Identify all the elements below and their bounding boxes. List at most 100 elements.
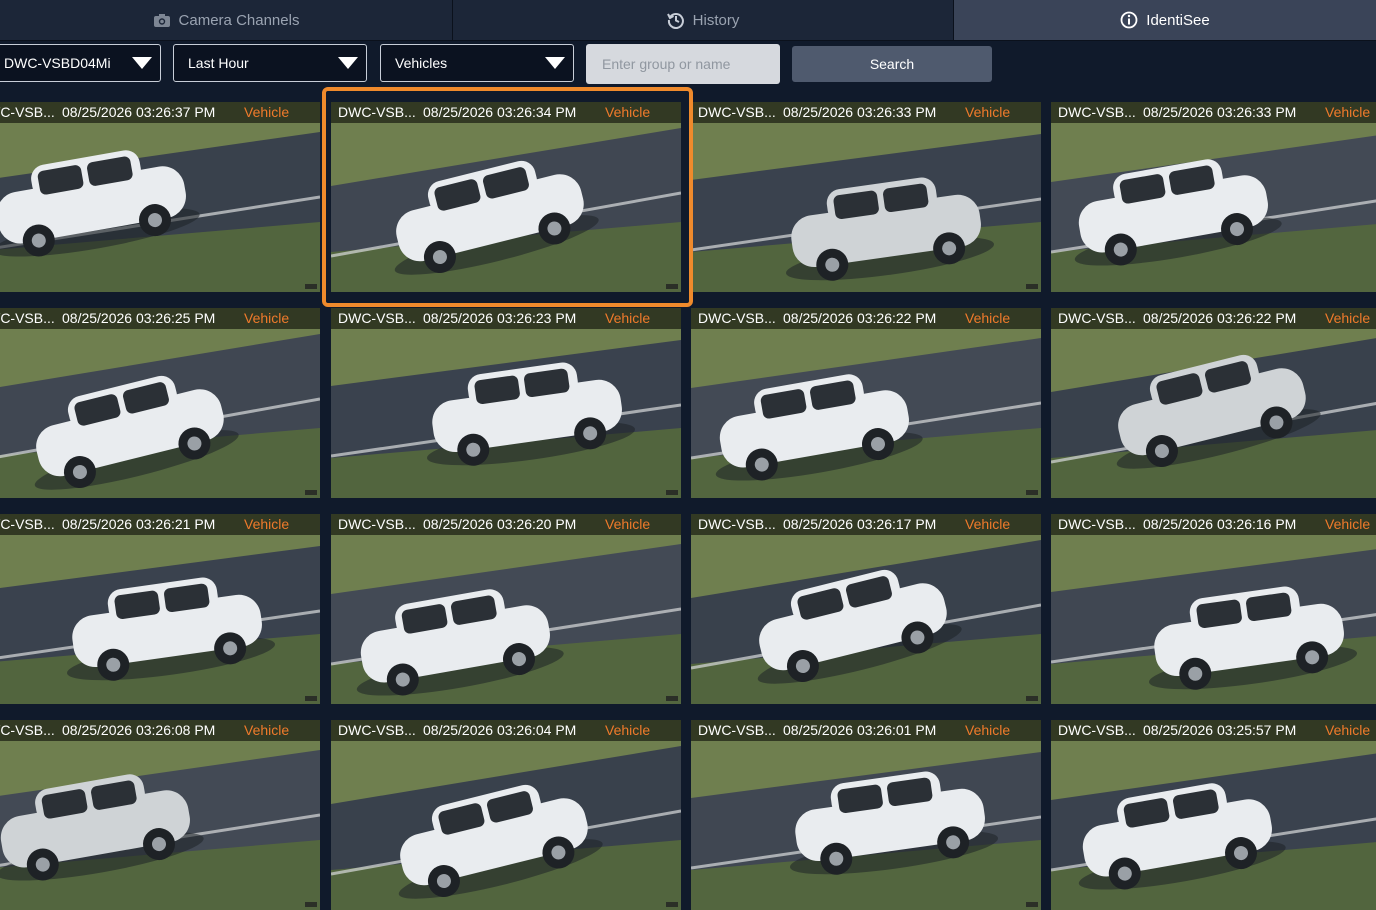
vehicle-snapshot: [0, 720, 320, 910]
vehicle-snapshot: [691, 308, 1041, 498]
card-caption: DWC-VSB... 08/25/2026 03:26:23 PM Vehicle: [331, 308, 681, 329]
card-caption: DWC-VSB... 08/25/2026 03:26:08 PM Vehicle: [0, 720, 320, 741]
card-type-tag: Vehicle: [965, 722, 1011, 738]
card-caption: DWC-VSB... 08/25/2026 03:25:57 PM Vehicle: [1051, 720, 1376, 741]
card-type-tag: Vehicle: [1325, 104, 1371, 120]
result-card[interactable]: DWC-VSB... 08/25/2026 03:26:22 PM Vehicle: [691, 308, 1041, 498]
result-card[interactable]: DWC-VSB... 08/25/2026 03:26:37 PM Vehicle: [0, 102, 320, 292]
card-timestamp: 08/25/2026 03:26:20 PM: [423, 516, 577, 532]
object-type-select[interactable]: Vehicles: [380, 44, 574, 82]
card-caption: DWC-VSB... 08/25/2026 03:26:01 PM Vehicle: [691, 720, 1041, 741]
tab-history[interactable]: History: [453, 0, 954, 40]
card-caption: DWC-VSB... 08/25/2026 03:26:16 PM Vehicle: [1051, 514, 1376, 535]
card-camera-name: DWC-VSB...: [698, 722, 776, 738]
card-caption: DWC-VSB... 08/25/2026 03:26:25 PM Vehicle: [0, 308, 320, 329]
card-camera-name: DWC-VSB...: [0, 310, 55, 326]
card-camera-name: DWC-VSB...: [1058, 722, 1136, 738]
card-type-tag: Vehicle: [965, 516, 1011, 532]
result-card[interactable]: DWC-VSB... 08/25/2026 03:26:22 PM Vehicle: [1051, 308, 1376, 498]
vehicle-snapshot: [331, 308, 681, 498]
vehicle-snapshot: [691, 514, 1041, 704]
tab-label: History: [692, 11, 740, 29]
card-caption: DWC-VSB... 08/25/2026 03:26:22 PM Vehicle: [1051, 308, 1376, 329]
card-timestamp: 08/25/2026 03:26:17 PM: [783, 516, 937, 532]
result-card[interactable]: DWC-VSB... 08/25/2026 03:26:01 PM Vehicle: [691, 720, 1041, 910]
vehicle-snapshot: [691, 720, 1041, 910]
result-card[interactable]: DWC-VSB... 08/25/2026 03:26:25 PM Vehicle: [0, 308, 320, 498]
card-camera-name: DWC-VSB...: [698, 310, 776, 326]
card-caption: DWC-VSB... 08/25/2026 03:26:21 PM Vehicle: [0, 514, 320, 535]
card-timestamp: 08/25/2026 03:26:16 PM: [1143, 516, 1297, 532]
tab-camera-channels[interactable]: Camera Channels: [0, 0, 453, 40]
card-timestamp: 08/25/2026 03:26:21 PM: [62, 516, 216, 532]
vehicle-snapshot: [691, 102, 1041, 292]
card-type-tag: Vehicle: [244, 104, 290, 120]
card-caption: DWC-VSB... 08/25/2026 03:26:33 PM Vehicle: [1051, 102, 1376, 123]
camera-icon: [153, 13, 171, 28]
vehicle-snapshot: [1051, 308, 1376, 498]
card-timestamp: 08/25/2026 03:26:01 PM: [783, 722, 937, 738]
card-camera-name: DWC-VSB...: [1058, 310, 1136, 326]
search-input[interactable]: [586, 44, 780, 84]
card-camera-name: DWC-VSB...: [0, 722, 55, 738]
selected-card-highlight: [322, 87, 693, 307]
card-caption: DWC-VSB... 08/25/2026 03:26:20 PM Vehicle: [331, 514, 681, 535]
card-timestamp: 08/25/2026 03:26:33 PM: [1143, 104, 1297, 120]
result-card[interactable]: DWC-VSB... 08/25/2026 03:26:23 PM Vehicle: [331, 308, 681, 498]
result-card[interactable]: DWC-VSB... 08/25/2026 03:26:33 PM Vehicle: [1051, 102, 1376, 292]
time-range-select[interactable]: Last Hour: [173, 44, 367, 82]
card-camera-name: DWC-VSB...: [338, 516, 416, 532]
card-type-tag: Vehicle: [965, 310, 1011, 326]
tab-bar: Camera Channels History IdentiSee: [0, 0, 1376, 41]
time-range-value: Last Hour: [188, 55, 249, 71]
card-caption: DWC-VSB... 08/25/2026 03:26:22 PM Vehicle: [691, 308, 1041, 329]
camera-select-value: DWC-VSBD04Mi: [4, 55, 111, 71]
card-type-tag: Vehicle: [605, 516, 651, 532]
filter-toolbar: DWC-VSBD04Mi Last Hour Vehicles Search: [0, 41, 1376, 91]
camera-select[interactable]: DWC-VSBD04Mi: [0, 44, 161, 82]
card-timestamp: 08/25/2026 03:26:33 PM: [783, 104, 937, 120]
card-type-tag: Vehicle: [605, 722, 651, 738]
tab-label: Camera Channels: [178, 11, 300, 29]
chevron-down-icon: [132, 57, 152, 69]
card-caption: DWC-VSB... 08/25/2026 03:26:17 PM Vehicle: [691, 514, 1041, 535]
card-timestamp: 08/25/2026 03:26:22 PM: [1143, 310, 1297, 326]
result-card[interactable]: DWC-VSB... 08/25/2026 03:26:04 PM Vehicle: [331, 720, 681, 910]
card-camera-name: DWC-VSB...: [0, 516, 55, 532]
result-card[interactable]: DWC-VSB... 08/25/2026 03:26:16 PM Vehicle: [1051, 514, 1376, 704]
card-timestamp: 08/25/2026 03:25:57 PM: [1143, 722, 1297, 738]
card-type-tag: Vehicle: [605, 310, 651, 326]
result-card[interactable]: DWC-VSB... 08/25/2026 03:26:21 PM Vehicle: [0, 514, 320, 704]
vehicle-snapshot: [331, 720, 681, 910]
result-card[interactable]: DWC-VSB... 08/25/2026 03:26:33 PM Vehicle: [691, 102, 1041, 292]
vehicle-snapshot: [1051, 514, 1376, 704]
vehicle-snapshot: [1051, 102, 1376, 292]
vehicle-snapshot: [0, 102, 320, 292]
vehicle-snapshot: [0, 308, 320, 498]
card-camera-name: DWC-VSB...: [698, 516, 776, 532]
card-type-tag: Vehicle: [244, 722, 290, 738]
card-type-tag: Vehicle: [244, 310, 290, 326]
card-camera-name: DWC-VSB...: [1058, 516, 1136, 532]
card-timestamp: 08/25/2026 03:26:22 PM: [783, 310, 937, 326]
result-card[interactable]: DWC-VSB... 08/25/2026 03:26:08 PM Vehicle: [0, 720, 320, 910]
card-type-tag: Vehicle: [1325, 722, 1371, 738]
chevron-down-icon: [338, 57, 358, 69]
result-card[interactable]: DWC-VSB... 08/25/2026 03:26:17 PM Vehicle: [691, 514, 1041, 704]
search-button[interactable]: Search: [792, 46, 992, 82]
result-card[interactable]: DWC-VSB... 08/25/2026 03:25:57 PM Vehicle: [1051, 720, 1376, 910]
card-type-tag: Vehicle: [1325, 310, 1371, 326]
card-timestamp: 08/25/2026 03:26:04 PM: [423, 722, 577, 738]
card-caption: DWC-VSB... 08/25/2026 03:26:04 PM Vehicle: [331, 720, 681, 741]
card-camera-name: DWC-VSB...: [338, 722, 416, 738]
card-type-tag: Vehicle: [1325, 516, 1371, 532]
card-camera-name: DWC-VSB...: [0, 104, 55, 120]
card-camera-name: DWC-VSB...: [338, 310, 416, 326]
card-type-tag: Vehicle: [965, 104, 1011, 120]
tab-identisee[interactable]: IdentiSee: [954, 0, 1376, 40]
vehicle-snapshot: [1051, 720, 1376, 910]
tab-label: IdentiSee: [1146, 11, 1210, 29]
card-camera-name: DWC-VSB...: [698, 104, 776, 120]
result-card[interactable]: DWC-VSB... 08/25/2026 03:26:20 PM Vehicle: [331, 514, 681, 704]
vehicle-snapshot: [0, 514, 320, 704]
